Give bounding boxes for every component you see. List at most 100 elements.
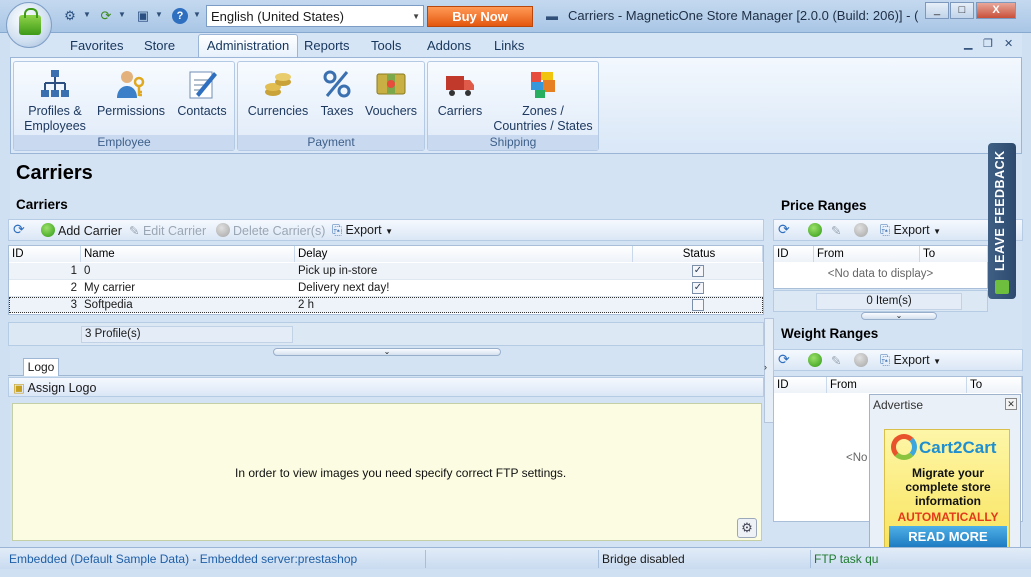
edit-carrier-button[interactable]: ✎ Edit Carrier — [129, 223, 206, 238]
window-icon[interactable]: ▣ — [135, 8, 151, 24]
price-ranges-title: Price Ranges — [781, 198, 867, 213]
close-icon[interactable]: ✕ — [1005, 398, 1017, 410]
add-carrier-button[interactable]: Add Carrier — [41, 223, 122, 238]
column-header-status[interactable]: Status — [633, 246, 763, 262]
close-button[interactable]: X — [976, 2, 1016, 19]
status-divider — [598, 550, 599, 568]
settings-icon[interactable]: ⚙ — [62, 8, 78, 24]
gear-icon[interactable]: ⚙ — [737, 518, 757, 538]
edit-price-range-button[interactable]: ✎ — [831, 223, 841, 238]
advertise-title: Advertise — [873, 398, 924, 412]
splitter-handle[interactable]: ⌄ — [273, 348, 501, 356]
tab-favorites[interactable]: Favorites — [70, 38, 123, 53]
add-carrier-label: Add Carrier — [58, 224, 122, 238]
column-header-name[interactable]: Name — [81, 246, 295, 262]
status-checkbox[interactable]: ✓ — [692, 265, 704, 277]
tab-store[interactable]: Store — [144, 38, 175, 53]
status-checkbox[interactable] — [692, 299, 704, 311]
quick-access-more-icon[interactable]: ▬ — [546, 9, 558, 23]
mdi-close-button[interactable]: ✕ — [1004, 37, 1013, 50]
column-header-id[interactable]: ID — [9, 246, 81, 262]
tab-links[interactable]: Links — [494, 38, 524, 53]
sync-icon[interactable]: ⟳ — [98, 8, 114, 24]
tab-reports[interactable]: Reports — [304, 38, 350, 53]
status-divider — [810, 550, 811, 568]
table-row[interactable]: 1 0 Pick up in-store ✓ — [9, 263, 763, 279]
ad-banner[interactable]: Cart2Cart Migrate your complete store in… — [884, 429, 1010, 551]
column-header-delay[interactable]: Delay — [295, 246, 633, 262]
zones-countries-button[interactable]: Zones / Countries / States — [488, 68, 598, 134]
add-icon — [808, 223, 822, 237]
export-icon: ⎘ — [880, 223, 894, 237]
export-button[interactable]: ⎘ Export ▼ — [332, 223, 393, 238]
column-header-id[interactable]: ID — [774, 246, 814, 262]
table-row[interactable]: 3 Softpedia 2 h — [9, 297, 763, 313]
price-export-button[interactable]: ⎘ Export ▼ — [880, 223, 941, 238]
leave-feedback-button[interactable]: LEAVE FEEDBACK — [988, 143, 1016, 299]
add-price-range-button[interactable] — [808, 223, 825, 238]
carriers-grid[interactable]: ID Name Delay Status 1 0 Pick up in-stor… — [8, 245, 764, 315]
permissions-button[interactable]: Permissions — [94, 68, 168, 119]
delete-icon — [216, 223, 230, 237]
app-menu-button[interactable] — [6, 2, 52, 48]
read-more-button[interactable]: READ MORE — [889, 526, 1007, 548]
cell-id: 3 — [70, 299, 77, 311]
weight-ranges-toolbar: ⟳ ✎ ⎘ Export ▼ — [773, 349, 1023, 371]
pencil-icon: ✎ — [129, 224, 143, 238]
table-row[interactable]: 2 My carrier Delivery next day! ✓ — [9, 280, 763, 296]
carriers-count: 3 Profile(s) — [81, 326, 293, 343]
help-icon[interactable]: ? — [172, 8, 188, 24]
tab-administration[interactable]: Administration — [198, 34, 298, 58]
contacts-button[interactable]: Contacts — [170, 68, 234, 119]
column-header-to[interactable]: To — [967, 377, 1022, 393]
refresh-icon[interactable]: ⟳ — [778, 221, 790, 238]
add-weight-range-button[interactable] — [808, 353, 825, 368]
logo-toolbar: ▣ Assign Logo — [8, 377, 764, 397]
tab-addons[interactable]: Addons — [427, 38, 471, 53]
tab-tools[interactable]: Tools — [371, 38, 401, 53]
delete-price-range-button[interactable] — [854, 223, 871, 238]
profiles-employees-button[interactable]: Profiles & Employees — [16, 68, 94, 134]
edit-weight-range-button[interactable]: ✎ — [831, 353, 841, 368]
chevron-right-icon[interactable]: › — [764, 362, 767, 372]
delete-carrier-button[interactable]: Delete Carrier(s) — [216, 223, 325, 238]
zones-label-2: Countries / States — [493, 119, 593, 133]
chevron-down-icon[interactable]: ▼ — [118, 10, 126, 19]
assign-logo-label: Assign Logo — [27, 381, 97, 395]
weight-ranges-title: Weight Ranges — [781, 326, 879, 341]
cell-id: 2 — [70, 282, 77, 294]
assign-logo-button[interactable]: ▣ Assign Logo — [13, 380, 96, 395]
ribbon-group-shipping: Carriers Zones / Countries / States Ship… — [427, 61, 599, 151]
column-header-from[interactable]: From — [827, 377, 967, 393]
chevron-down-icon: ▼ — [933, 357, 942, 366]
price-ranges-grid[interactable]: ID From To <No data to display> — [773, 245, 988, 289]
column-header-id[interactable]: ID — [774, 377, 827, 393]
user-key-icon — [117, 71, 145, 98]
maximize-button[interactable]: □ — [950, 2, 974, 19]
chevron-down-icon[interactable]: ▼ — [193, 10, 201, 19]
weight-export-label: Export — [893, 353, 930, 367]
splitter-handle[interactable]: ⌄ — [861, 312, 937, 320]
chevron-down-icon[interactable]: ▼ — [83, 10, 91, 19]
language-select[interactable]: English (United States) ▼ — [206, 5, 424, 27]
delete-weight-range-button[interactable] — [854, 353, 871, 368]
taxes-button[interactable]: Taxes — [316, 68, 358, 119]
chevron-down-icon[interactable]: ▼ — [155, 10, 163, 19]
currencies-button[interactable]: Currencies — [242, 68, 314, 119]
carriers-button[interactable]: Carriers — [432, 68, 488, 119]
tab-logo[interactable]: Logo — [23, 358, 59, 376]
weight-export-button[interactable]: ⎘ Export ▼ — [880, 353, 941, 368]
refresh-icon[interactable]: ⟳ — [778, 351, 790, 368]
minimize-button[interactable]: _ — [925, 2, 949, 19]
buy-now-button[interactable]: Buy Now — [427, 6, 533, 27]
refresh-icon[interactable]: ⟳ — [13, 221, 25, 238]
mdi-restore-button[interactable]: ❐ — [983, 37, 993, 50]
vouchers-button[interactable]: Vouchers — [360, 68, 422, 119]
org-chart-icon — [41, 70, 69, 97]
status-checkbox[interactable]: ✓ — [692, 282, 704, 294]
ftp-message: In order to view images you need specify… — [235, 466, 567, 480]
voucher-icon — [376, 73, 406, 95]
mdi-minimize-button[interactable]: ▁ — [964, 37, 972, 50]
column-header-to[interactable]: To — [920, 246, 988, 262]
column-header-from[interactable]: From — [814, 246, 920, 262]
